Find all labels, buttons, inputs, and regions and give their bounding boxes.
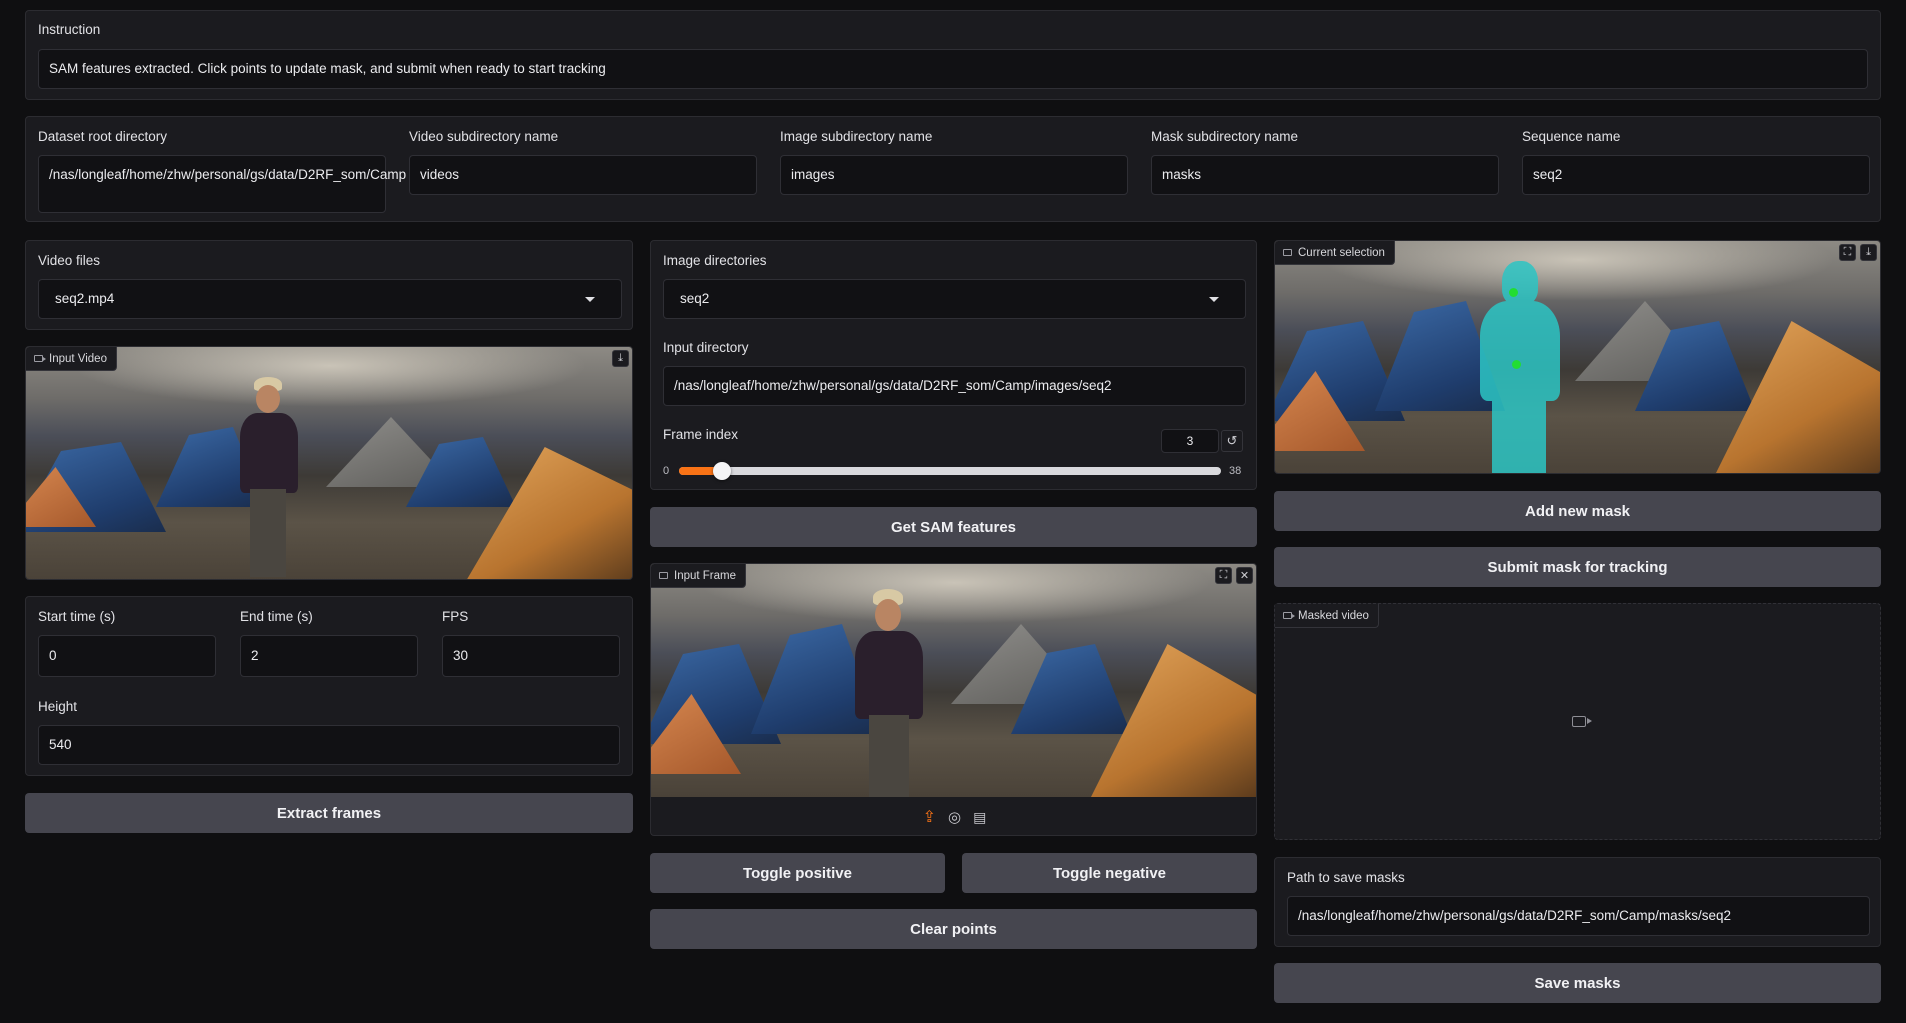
image-directories-block: Image directories seq2 Input directory /…: [650, 240, 1257, 490]
image-subdir-label: Image subdirectory name: [780, 129, 933, 144]
fullscreen-icon[interactable]: ⛶: [1215, 567, 1232, 584]
slider-track: [679, 467, 1221, 475]
input-frame-tag: Input Frame: [651, 564, 746, 588]
image-subdir-input[interactable]: images: [780, 155, 1128, 195]
instruction-text: SAM features extracted. Click points to …: [38, 49, 1868, 89]
video-files-block: Video files seq2.mp4: [25, 240, 633, 330]
save-path-input[interactable]: /nas/longleaf/home/zhw/personal/gs/data/…: [1287, 896, 1870, 936]
video-subdir-label: Video subdirectory name: [409, 129, 559, 144]
start-time-input[interactable]: 0: [38, 635, 216, 677]
reset-icon[interactable]: ↺: [1221, 430, 1243, 452]
directories-block: Dataset root directory /nas/longleaf/hom…: [25, 116, 1881, 222]
masked-video-tag: Masked video: [1275, 604, 1379, 628]
save-path-label: Path to save masks: [1287, 870, 1405, 885]
video-subdir-input[interactable]: videos: [409, 155, 757, 195]
video-files-label: Video files: [38, 253, 101, 268]
end-time-input[interactable]: 2: [240, 635, 418, 677]
input-dir-input[interactable]: /nas/longleaf/home/zhw/personal/gs/data/…: [663, 366, 1246, 406]
input-video-tag-label: Input Video: [49, 352, 107, 365]
instruction-label: Instruction: [38, 22, 101, 37]
chevron-down-icon: [585, 296, 595, 302]
input-video-panel: Input Video ⤓: [25, 346, 633, 580]
input-video-player[interactable]: [26, 347, 632, 579]
video-camera-icon: [34, 355, 46, 362]
instruction-block: Instruction SAM features extracted. Clic…: [25, 10, 1881, 100]
masked-video-panel: Masked video: [1274, 603, 1881, 840]
current-selection-image[interactable]: [1275, 241, 1880, 473]
frame-index-slider[interactable]: [679, 462, 1221, 480]
image-source-toolbar: ⇪ ◎ ▤: [651, 797, 1256, 835]
image-icon: [1283, 249, 1292, 256]
toggle-negative-button[interactable]: Toggle negative: [962, 853, 1257, 893]
webcam-icon[interactable]: ◎: [948, 808, 961, 826]
image-dirs-dropdown[interactable]: seq2: [663, 279, 1246, 319]
frame-index-label: Frame index: [663, 427, 739, 442]
video-files-dropdown[interactable]: seq2.mp4: [38, 279, 622, 319]
clipboard-icon[interactable]: ▤: [973, 809, 986, 826]
toggle-positive-button[interactable]: Toggle positive: [650, 853, 945, 893]
frame-index-number[interactable]: 3: [1161, 429, 1219, 453]
current-selection-panel: Current selection ⛶ ⤓: [1274, 240, 1881, 474]
submit-mask-button[interactable]: Submit mask for tracking: [1274, 547, 1881, 587]
add-new-mask-button[interactable]: Add new mask: [1274, 491, 1881, 531]
sequence-label: Sequence name: [1522, 129, 1621, 144]
fps-label: FPS: [442, 609, 469, 624]
input-dir-label: Input directory: [663, 340, 749, 355]
positive-point[interactable]: [1512, 360, 1521, 369]
extract-frames-button[interactable]: Extract frames: [25, 793, 633, 833]
height-input[interactable]: 540: [38, 725, 620, 765]
video-camera-icon: [1283, 612, 1295, 619]
height-label: Height: [38, 699, 78, 714]
chevron-down-icon: [1209, 296, 1219, 302]
slider-min-label: 0: [663, 465, 670, 477]
save-path-block: Path to save masks /nas/longleaf/home/zh…: [1274, 857, 1881, 947]
get-sam-features-button[interactable]: Get SAM features: [650, 507, 1257, 547]
dataset-root-input[interactable]: /nas/longleaf/home/zhw/personal/gs/data/…: [38, 155, 406, 213]
current-selection-tag: Current selection: [1275, 241, 1395, 265]
fullscreen-icon[interactable]: ⛶: [1839, 244, 1856, 261]
image-dirs-label: Image directories: [663, 253, 767, 268]
extract-settings-block: Start time (s) 0 End time (s) 2 FPS 30 H…: [25, 596, 633, 776]
fps-input[interactable]: 30: [442, 635, 620, 677]
input-frame-tag-label: Input Frame: [674, 569, 736, 582]
masked-video-tag-label: Masked video: [1298, 609, 1369, 622]
clear-points-button[interactable]: Clear points: [650, 909, 1257, 949]
positive-point[interactable]: [1509, 288, 1518, 297]
mask-subdir-label: Mask subdirectory name: [1151, 129, 1299, 144]
dataset-root-label: Dataset root directory: [38, 129, 168, 144]
video-placeholder-icon: [1572, 716, 1592, 727]
slider-thumb[interactable]: [712, 462, 731, 480]
download-icon[interactable]: ⤓: [612, 350, 629, 367]
input-video-tag: Input Video: [26, 347, 117, 371]
end-time-label: End time (s): [240, 609, 313, 624]
sequence-input[interactable]: seq2: [1522, 155, 1870, 195]
input-frame-panel: Input Frame ⛶ ✕ ⇪ ◎ ▤: [650, 563, 1257, 836]
start-time-label: Start time (s): [38, 609, 116, 624]
current-selection-tag-label: Current selection: [1298, 246, 1385, 259]
close-icon[interactable]: ✕: [1236, 567, 1253, 584]
image-dirs-selected: seq2: [680, 290, 710, 306]
video-files-selected: seq2.mp4: [55, 290, 115, 306]
mask-subdir-input[interactable]: masks: [1151, 155, 1499, 195]
upload-icon[interactable]: ⇪: [923, 807, 936, 827]
slider-max-label: 38: [1229, 465, 1242, 477]
download-icon[interactable]: ⤓: [1860, 244, 1877, 261]
selection-mask: [1470, 261, 1570, 473]
save-masks-button[interactable]: Save masks: [1274, 963, 1881, 1003]
image-icon: [659, 572, 668, 579]
input-frame-image[interactable]: [651, 564, 1256, 797]
